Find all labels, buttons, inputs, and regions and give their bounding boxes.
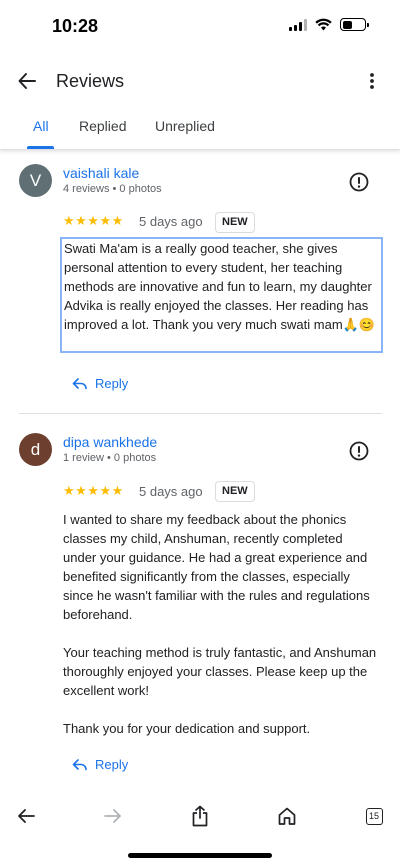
- more-options-button[interactable]: [362, 66, 382, 96]
- new-badge: NEW: [215, 481, 255, 502]
- report-review-button[interactable]: [348, 440, 370, 462]
- divider: [19, 413, 382, 414]
- star-rating: ★★★★★: [63, 213, 124, 228]
- reviewer-meta: 1 review • 0 photos: [63, 452, 157, 464]
- tab-count: 15: [365, 807, 383, 825]
- avatar[interactable]: d: [19, 433, 52, 466]
- review-date: 5 days ago: [139, 214, 203, 229]
- arrow-back-icon: [18, 809, 35, 823]
- cellular-signal-icon: [289, 18, 307, 31]
- reviewer-name[interactable]: dipa wankhede: [63, 434, 157, 450]
- status-time: 10:28: [52, 16, 99, 36]
- reply-arrow-icon: [72, 377, 87, 389]
- home-indicator: [128, 853, 272, 858]
- app-bar: Reviews: [0, 52, 400, 110]
- status-bar: 10:28: [0, 0, 400, 52]
- review-date: 5 days ago: [139, 484, 203, 499]
- review-card: d dipa wankhede 1 review • 0 photos ★★★★…: [0, 415, 400, 790]
- browser-toolbar: 15: [0, 800, 400, 832]
- review-text: I wanted to share my feedback about the …: [63, 512, 377, 736]
- arrow-forward-icon: [104, 809, 121, 823]
- new-badge: NEW: [215, 212, 255, 233]
- battery-icon: [340, 18, 369, 31]
- review-text[interactable]: Swati Ma'am is a really good teacher, sh…: [60, 237, 383, 353]
- arrow-back-icon: [18, 73, 36, 89]
- reply-button[interactable]: Reply: [72, 376, 128, 391]
- review-card: V vaishali kale 4 reviews • 0 photos ★★★…: [0, 150, 400, 415]
- reviewer-meta: 4 reviews • 0 photos: [63, 183, 162, 195]
- reply-label: Reply: [95, 757, 129, 772]
- tab-all[interactable]: All: [33, 118, 49, 134]
- home-button[interactable]: [275, 804, 299, 828]
- share-icon: [192, 805, 208, 827]
- filter-tabs: All Replied Unreplied: [0, 110, 400, 150]
- back-button[interactable]: [12, 66, 42, 96]
- reply-label: Reply: [95, 376, 129, 391]
- active-tab-indicator: [27, 146, 54, 149]
- star-rating: ★★★★★: [63, 483, 124, 498]
- reply-arrow-icon: [72, 758, 87, 770]
- browser-back-button[interactable]: [14, 804, 38, 828]
- status-icons: [289, 18, 369, 31]
- avatar[interactable]: V: [19, 164, 52, 197]
- flag-alert-icon: [349, 172, 369, 192]
- tabs-button[interactable]: 15: [362, 804, 386, 828]
- reviewer-name[interactable]: vaishali kale: [63, 165, 139, 181]
- browser-forward-button[interactable]: [101, 804, 125, 828]
- reply-button[interactable]: Reply: [72, 757, 128, 772]
- page-title: Reviews: [56, 71, 125, 91]
- tab-unreplied[interactable]: Unreplied: [155, 118, 215, 134]
- wifi-icon: [315, 18, 332, 31]
- flag-alert-icon: [349, 441, 369, 461]
- home-icon: [278, 807, 296, 825]
- report-review-button[interactable]: [348, 171, 370, 193]
- share-button[interactable]: [188, 804, 212, 828]
- tab-replied[interactable]: Replied: [79, 118, 126, 134]
- more-vert-icon: [370, 73, 374, 89]
